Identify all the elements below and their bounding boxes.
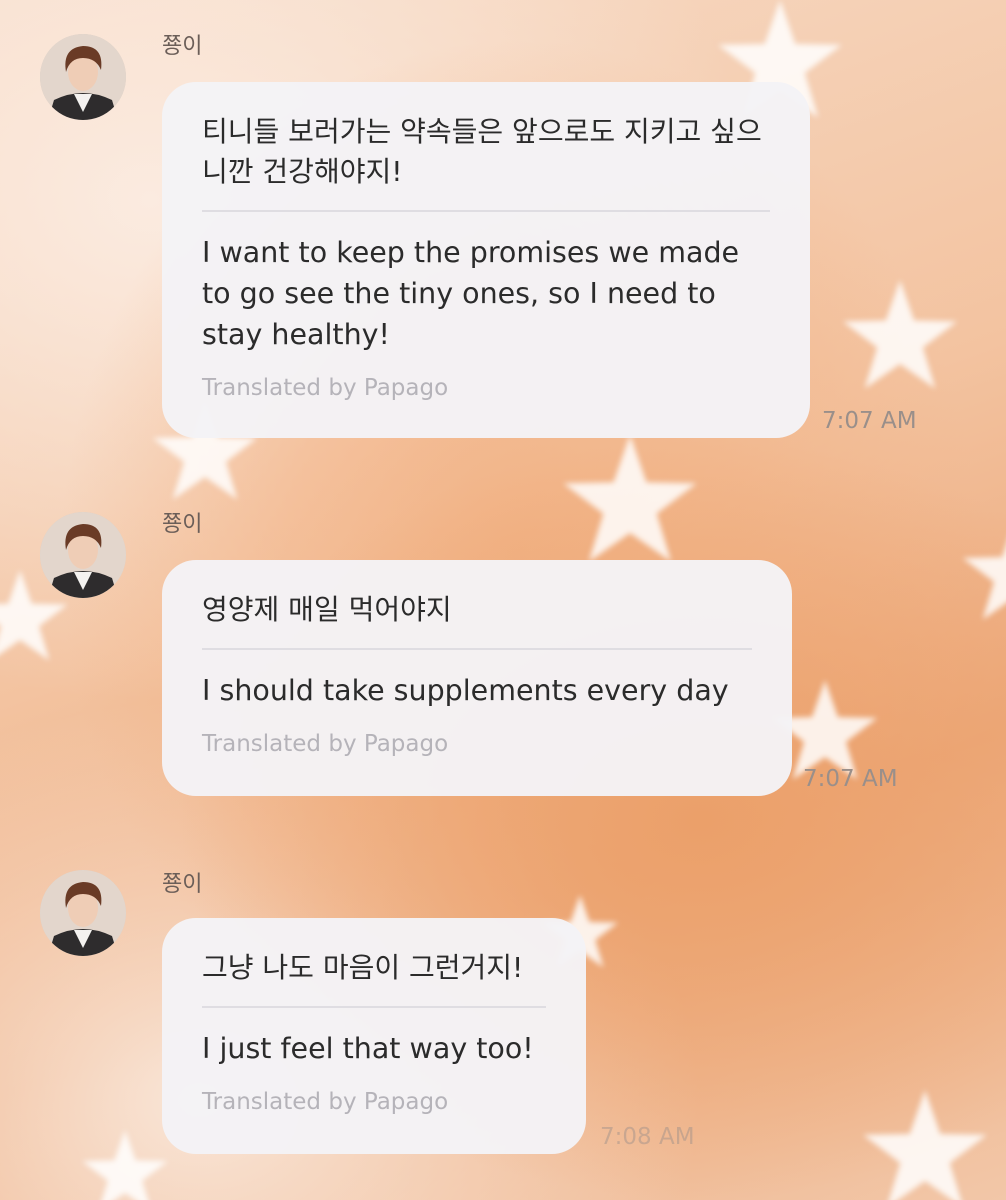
profile-photo-icon — [40, 870, 126, 956]
divider — [202, 210, 770, 212]
message-bubble[interactable]: 티니들 보러가는 약속들은 앞으로도 지키고 싶으니깐 건강해야지! I wan… — [162, 82, 810, 438]
timestamp: 7:07 AM — [822, 408, 917, 434]
star-icon — [962, 520, 1006, 620]
profile-photo-icon — [40, 512, 126, 598]
translated-text: I just feel that way too! — [202, 1032, 534, 1065]
sender-name: 쭁이 — [162, 34, 203, 59]
star-icon — [842, 280, 958, 389]
translated-by-label: Translated by Papago — [202, 1089, 449, 1115]
message-bubble[interactable]: 그냥 나도 마음이 그런거지! I just feel that way too… — [162, 918, 586, 1154]
sender-name: 쭁이 — [162, 872, 203, 897]
original-text: 그냥 나도 마음이 그런거지! — [202, 951, 524, 984]
translated-text: I want to keep the promises we made to g… — [202, 236, 740, 351]
divider — [202, 1006, 546, 1008]
translated-by-label: Translated by Papago — [202, 731, 449, 757]
avatar[interactable] — [40, 34, 126, 120]
message-bubble[interactable]: 영양제 매일 먹어야지 I should take supplements ev… — [162, 560, 792, 796]
timestamp: 7:07 AM — [803, 766, 898, 792]
avatar[interactable] — [40, 512, 126, 598]
star-icon — [863, 1090, 987, 1200]
translated-by-label: Translated by Papago — [202, 375, 449, 401]
avatar[interactable] — [40, 870, 126, 956]
timestamp: 7:08 AM — [600, 1124, 695, 1150]
translated-text: I should take supplements every day — [202, 674, 729, 707]
original-text: 영양제 매일 먹어야지 — [202, 593, 452, 626]
original-text: 티니들 보러가는 약속들은 앞으로도 지키고 싶으니깐 건강해야지! — [202, 115, 762, 188]
sender-name: 쭁이 — [162, 512, 203, 537]
divider — [202, 648, 752, 650]
star-icon — [82, 1130, 168, 1200]
star-icon — [563, 435, 697, 562]
profile-photo-icon — [40, 34, 126, 120]
